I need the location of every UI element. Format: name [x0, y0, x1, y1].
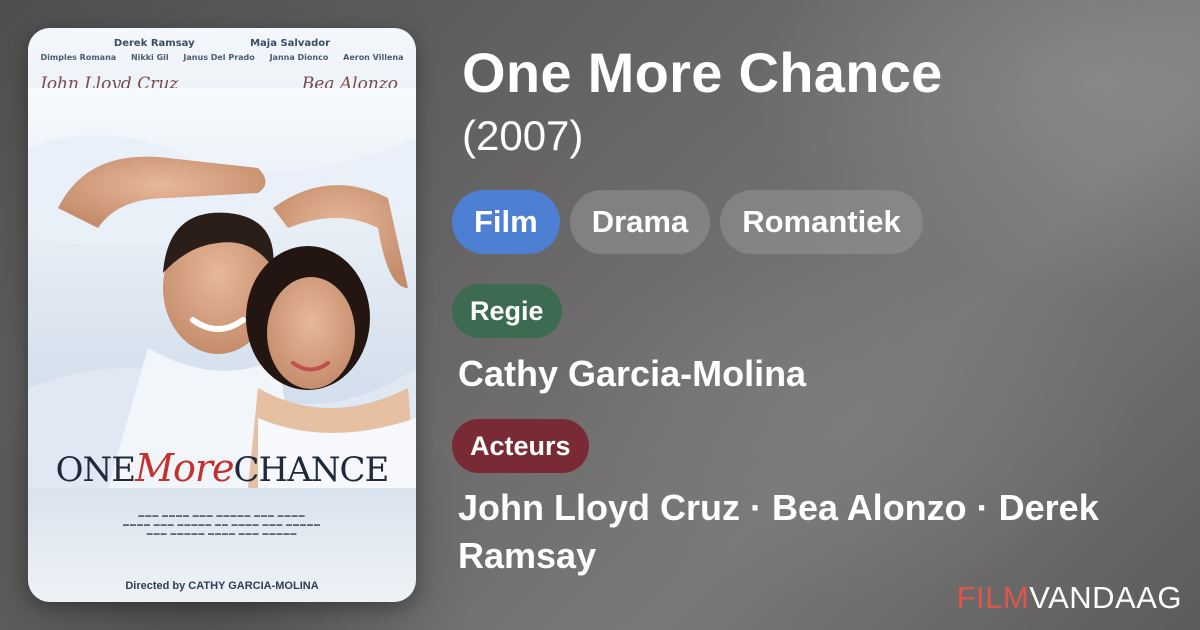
poster-title-more: More	[135, 446, 234, 490]
poster-cast-name: Janna Dionco	[269, 53, 329, 62]
logo-vandaag-text: VANDAAG	[1029, 580, 1182, 615]
poster-title-chance: CHANCE	[233, 450, 390, 490]
movie-year: (2007)	[462, 112, 584, 159]
logo-film-text: FILM	[956, 580, 1030, 615]
actors-list[interactable]: John Lloyd Cruz · Bea Alonzo · Derek Ram…	[458, 484, 1178, 580]
movie-poster: Derek Ramsay Maja Salvador Dimples Roman…	[28, 28, 416, 602]
director-name[interactable]: Cathy Garcia-Molina	[458, 350, 806, 398]
poster-cast-name: Aeron Villena	[343, 53, 404, 62]
poster-cast-name: Derek Ramsay	[113, 38, 195, 49]
poster-cast-name: Dimples Romana	[40, 53, 117, 62]
poster-cast-name: Janus Del Prado	[183, 53, 255, 62]
poster-cast-name: Nikki Gil	[130, 53, 169, 62]
chip-romantiek[interactable]: Romantiek	[720, 190, 923, 254]
poster-cast-credits: Derek Ramsay Maja Salvador Dimples Roman…	[28, 38, 416, 62]
chip-drama[interactable]: Drama	[569, 190, 711, 254]
genre-chips: Film Drama Romantiek	[452, 190, 923, 254]
filmvandaag-logo[interactable]: FILMVANDAAG	[957, 580, 1182, 616]
poster-director-credit: Directed by CATHY GARCIA-MOLINA	[125, 580, 319, 592]
poster-artwork	[28, 88, 416, 488]
acteurs-badge: Acteurs	[452, 419, 589, 473]
chip-film[interactable]: Film	[452, 190, 560, 254]
poster-title: ONEMoreCHANCE	[28, 446, 416, 490]
poster-title-one: ONE	[55, 450, 136, 490]
movie-title: One More Chance	[462, 41, 943, 104]
poster-cast-name: Maja Salvador	[250, 38, 331, 49]
regie-badge: Regie	[452, 284, 562, 338]
poster-credit-block: ▬▬▬ ▬▬▬▬ ▬▬▬ ▬▬▬▬▬ ▬▬▬ ▬▬▬▬ ▬▬▬▬ ▬▬▬ ▬▬▬…	[122, 513, 321, 537]
